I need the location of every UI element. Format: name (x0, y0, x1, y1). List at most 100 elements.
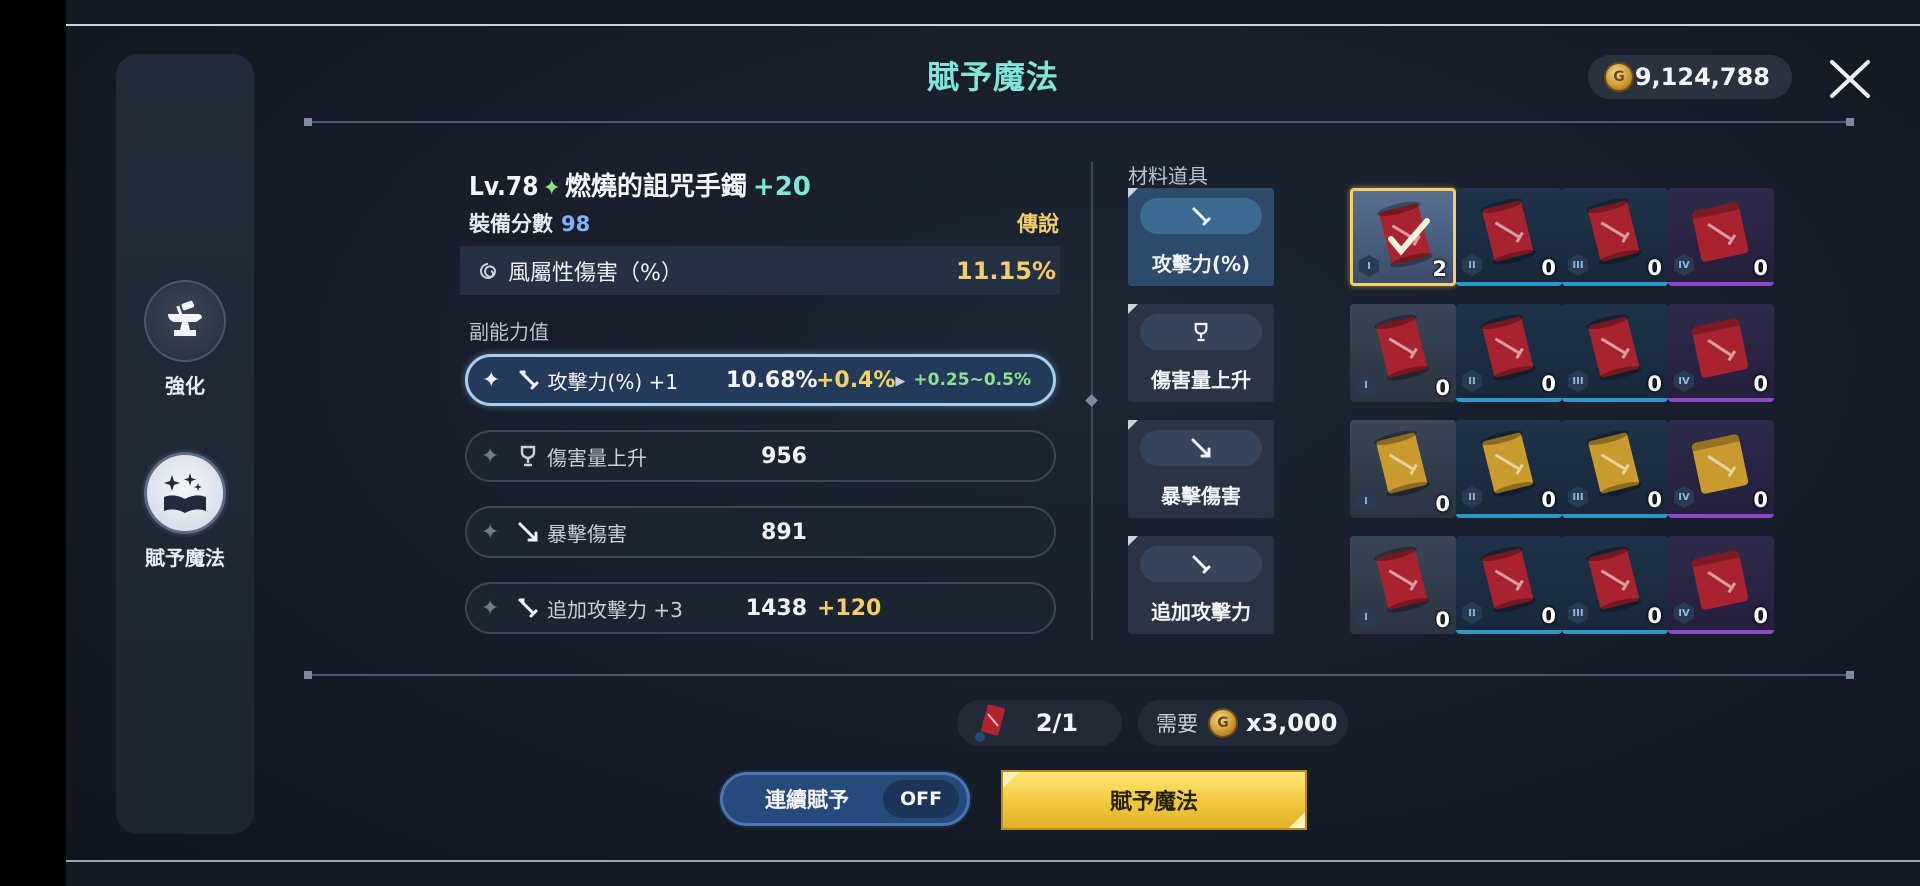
material-slot[interactable]: IV 0 (1668, 188, 1774, 286)
corner-marker (1128, 420, 1138, 430)
material-stat-label: 追加攻擊力 (1151, 600, 1251, 624)
substat-row-damage-increase[interactable]: ✦ 傷害量上升 956 (465, 430, 1056, 482)
top-divider (304, 118, 1854, 126)
scroll-icon (1586, 198, 1642, 265)
material-slot[interactable]: IV 0 (1668, 420, 1774, 518)
gold-coin-icon: G (1208, 708, 1238, 738)
scroll-icon (1586, 430, 1642, 497)
material-slot[interactable]: III 0 (1562, 304, 1668, 402)
scroll-icon (1586, 546, 1642, 613)
substat-range-text: +0.25~0.5% (913, 370, 1031, 390)
cost-label: 需要 (1156, 712, 1198, 736)
material-stat-tab[interactable]: 傷害量上升 (1128, 304, 1274, 402)
material-slot[interactable]: IV 0 (1668, 536, 1774, 634)
substat-range: ▶ +0.25~0.5% (895, 370, 1031, 390)
sidebar-item-label: 賦予魔法 (145, 546, 225, 570)
substat-name: 攻擊力(%) +1 (547, 369, 678, 394)
side-menu: 強化 賦予魔法 (116, 54, 254, 834)
sparkle-icon: ✦ (481, 443, 500, 469)
material-slot[interactable]: III 0 (1562, 420, 1668, 518)
enchant-button[interactable]: 賦予魔法 (1001, 770, 1307, 830)
substat-name: 傷害量上升 (547, 445, 647, 470)
material-slot[interactable]: II 0 (1456, 188, 1562, 286)
substat-row-crit-damage[interactable]: ✦ 暴擊傷害 891 (465, 506, 1056, 558)
material-slot[interactable]: IV 0 (1668, 304, 1774, 402)
material-count: 2 (1432, 257, 1447, 281)
item-title: Lv.78 ✦ 燃燒的詛咒手鐲 +20 (469, 166, 811, 203)
material-slot[interactable]: II 0 (1456, 536, 1562, 634)
material-slot[interactable]: II 0 (1456, 420, 1562, 518)
material-stat-label: 傷害量上升 (1151, 368, 1251, 392)
gold-coin-icon: G (1604, 62, 1634, 92)
main-stat-value: 11.15% (956, 256, 1056, 285)
scroll-icon (1374, 430, 1430, 497)
sidebar-item-enhance[interactable]: 強化 (116, 280, 254, 399)
cost-amount: x3,000 (1246, 709, 1338, 737)
wind-icon (480, 262, 497, 279)
scroll-icon (975, 704, 1005, 742)
item-name: 燃燒的詛咒手鐲 (564, 172, 747, 202)
material-count: 0 (1753, 604, 1768, 628)
substat-value: 10.68% (725, 367, 818, 393)
substat-row-attack-percent[interactable]: ✦ 攻擊力(%) +1 10.68% +0.4% ▶ +0.25~0.5% (465, 354, 1056, 406)
item-level: Lv.78 (469, 172, 539, 202)
sword-icon (516, 369, 542, 391)
panel-divider (1085, 162, 1098, 640)
material-stat-tab[interactable]: 暴擊傷害 (1128, 420, 1274, 518)
material-slot[interactable]: III 0 (1562, 188, 1668, 286)
material-stat-tab[interactable]: 攻擊力(%) (1128, 188, 1274, 286)
enchant-button-label: 賦予魔法 (1109, 790, 1198, 815)
material-count: 0 (1753, 256, 1768, 280)
scroll-icon (1374, 314, 1430, 381)
material-slot[interactable]: I0 (1350, 420, 1456, 518)
sparkle-icon: ✦ (481, 595, 500, 621)
corner-marker (1128, 188, 1138, 198)
auto-enchant-toggle[interactable]: 連續賦予 OFF (720, 772, 970, 826)
background-strip-top (66, 0, 1920, 24)
trophy-icon (515, 445, 541, 467)
scroll-count: 2/1 (1035, 709, 1078, 737)
substat-value: 1438 (745, 595, 807, 621)
substats-title: 副能力值 (469, 320, 549, 344)
sword-icon (515, 597, 541, 619)
material-row: 傷害量上升 I 0 II 0 III 0 IV 0 (1128, 304, 1778, 404)
close-icon (1830, 60, 1870, 98)
material-stat-label: 暴擊傷害 (1161, 484, 1241, 508)
material-count: 0 (1435, 492, 1450, 516)
top-border (66, 24, 1920, 26)
sparkle-icon: ✦ (482, 367, 501, 393)
required-gold: 需要 G x3,000 (1138, 700, 1348, 746)
material-slot[interactable]: III 0 (1562, 536, 1668, 634)
corner-ornament (1289, 812, 1305, 828)
scroll-icon (1480, 546, 1536, 613)
spellbook-icon (144, 452, 226, 534)
tome-icon (1691, 549, 1749, 610)
material-count: 0 (1753, 372, 1768, 396)
close-button[interactable] (1826, 56, 1874, 102)
material-slot[interactable]: I0 (1350, 536, 1456, 634)
gold-amount: 9,124,788 (1634, 63, 1770, 91)
tome-icon (1691, 201, 1749, 262)
material-stat-tab[interactable]: 追加攻擊力 (1128, 536, 1274, 634)
material-slot[interactable]: II 0 (1456, 304, 1562, 402)
material-slot[interactable]: I2 (1350, 188, 1456, 286)
material-count: 0 (1541, 488, 1556, 512)
sidebar-item-enchant[interactable]: 賦予魔法 (116, 452, 254, 571)
material-slot[interactable]: I0 (1350, 304, 1456, 402)
sparkle-icon: ✦ (481, 519, 500, 545)
play-triangle-icon: ▶ (895, 374, 906, 389)
material-count: 0 (1753, 488, 1768, 512)
anvil-icon (144, 280, 226, 362)
substat-row-bonus-attack[interactable]: ✦ 追加攻擊力 +3 1438 +120 (465, 582, 1056, 634)
auto-enchant-label: 連續賦予 (765, 788, 849, 812)
substat-name: 暴擊傷害 (547, 521, 627, 546)
enchant-window: 強化 賦予魔法 賦予魔法 G 9,124,788 Lv.78 ✦ 燃燒的詛咒手鐲… (66, 0, 1920, 886)
bottom-divider (304, 671, 1854, 679)
substat-value: 956 (761, 443, 807, 469)
corner-ornament (1003, 772, 1019, 788)
main-stat: 風屬性傷害（%） 11.15% (460, 246, 1060, 295)
sparkle-icon: ✦ (542, 176, 561, 201)
tome-icon (1691, 317, 1749, 378)
material-count: 0 (1647, 372, 1662, 396)
required-scroll: 2/1 (957, 700, 1122, 746)
